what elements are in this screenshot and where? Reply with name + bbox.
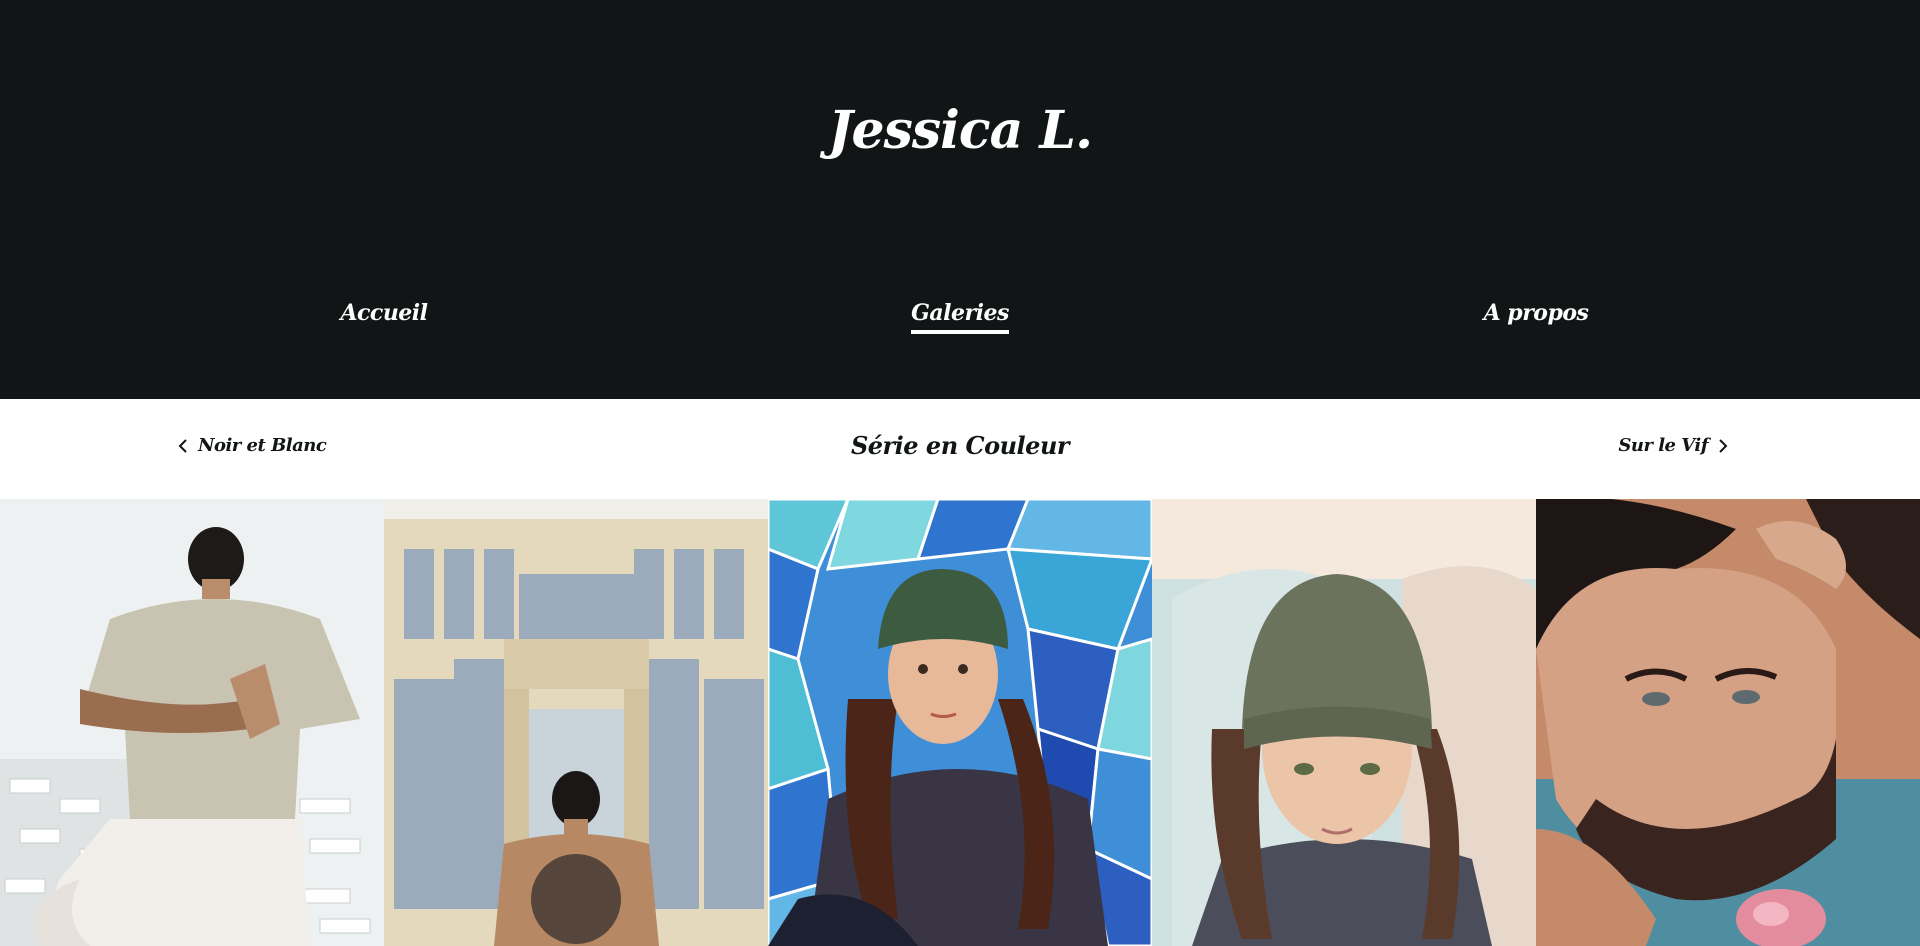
photo-woman-mosaic: [768, 499, 1152, 946]
photo-thumbnail[interactable]: [0, 499, 384, 946]
next-gallery-label: Sur le Vif: [1618, 435, 1708, 456]
photo-man-tattoo-building: [384, 499, 768, 946]
nav-item-label: A propos: [1483, 300, 1589, 326]
nav-item-a-propos[interactable]: A propos: [1416, 300, 1656, 330]
photo-woman-beanie: [1152, 499, 1536, 946]
gallery-navigation: Noir et Blanc Série en Couleur Sur le Vi…: [0, 399, 1920, 499]
main-nav: Accueil Galeries A propos: [0, 300, 1920, 350]
nav-item-label: Galeries: [911, 300, 1009, 334]
photo-thumbnail[interactable]: [384, 499, 768, 946]
chevron-right-icon: [1719, 438, 1728, 453]
photo-bearded-man: [1536, 499, 1920, 946]
photo-grid: [0, 499, 1920, 946]
next-gallery-link[interactable]: Sur le Vif: [1618, 435, 1728, 456]
photo-thumbnail[interactable]: [1152, 499, 1536, 946]
site-title[interactable]: Jessica L.: [0, 100, 1920, 161]
photo-thumbnail[interactable]: [768, 499, 1152, 946]
nav-item-label: Accueil: [340, 300, 428, 326]
photo-man-yoga: [0, 499, 384, 946]
nav-item-galeries[interactable]: Galeries: [840, 300, 1080, 334]
nav-item-accueil[interactable]: Accueil: [264, 300, 504, 330]
photo-thumbnail[interactable]: [1536, 499, 1920, 946]
site-header: Jessica L. Accueil Galeries A propos: [0, 0, 1920, 399]
